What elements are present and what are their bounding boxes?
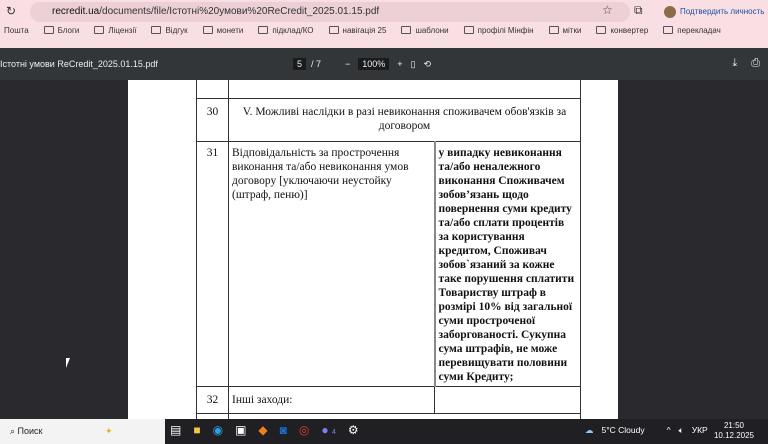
table-row: 32 Інші заходи: (196, 386, 581, 414)
verify-label: Подтвердить личность (680, 7, 765, 16)
weather-icon[interactable]: ☁ (585, 425, 594, 436)
row-number: 30 (196, 98, 229, 142)
pdf-title: Істотні умови ReCredit_2025.01.15.pdf (0, 59, 158, 69)
weather-text[interactable]: 5°C Cloudy (602, 425, 645, 436)
bookmark[interactable]: Пошта (0, 26, 29, 35)
bookmark[interactable]: конвертер (596, 26, 648, 35)
date: 10.12.2025 (713, 431, 754, 440)
taskbar: ⌕ Поиск ✦ ▤ ■ ◉ ▣ ◆ ◙ ◎ ● 4 ⚙ ☁ 5°C Clou… (0, 419, 768, 444)
address-bar[interactable]: recredit.ua/documents/file/Істотні%20умо… (30, 2, 630, 22)
table-row: 31 Відповідальність за прострочення викон… (196, 141, 581, 387)
pdf-page: 30 V. Можливі наслідки в разі невиконання… (128, 76, 618, 444)
teams-badge: 4 (331, 429, 336, 436)
bookmark[interactable]: підклад/КО (258, 26, 313, 35)
zoom-in-button[interactable]: + (397, 59, 402, 69)
url-domain: recredit.ua (52, 6, 100, 17)
row-value (434, 386, 581, 414)
zoom-level[interactable]: 100% (358, 58, 390, 70)
bookmarks-bar: Пошта Блоги Ліцензії Відгук монети підкл… (0, 26, 721, 35)
copilot-sparkle-icon[interactable]: ✦ (105, 426, 113, 436)
bookmark[interactable]: навігація 25 (329, 26, 387, 35)
app-icon[interactable]: ◆ (258, 423, 267, 437)
row-number: 31 (196, 141, 229, 387)
bookmark[interactable]: перекладач (663, 26, 721, 35)
bookmark[interactable]: шаблони (401, 26, 448, 35)
time: 21:50 (723, 421, 744, 430)
page-total: / 7 (311, 59, 322, 69)
row-label: Відповідальність за прострочення виконан… (228, 141, 435, 387)
fit-page-icon[interactable]: ▯ (411, 59, 416, 70)
extensions-icon[interactable]: ⧉ (634, 3, 643, 18)
store-icon[interactable]: ▣ (235, 423, 246, 437)
document-table: 30 V. Можливі наслідки в разі невиконання… (196, 76, 581, 444)
rotate-icon[interactable]: ⟲ (424, 59, 432, 70)
browser-chrome: ↻ recredit.ua/documents/file/Істотні%20у… (0, 0, 768, 48)
row-label: Інші заходи: (228, 386, 435, 414)
zoom-out-button[interactable]: − (345, 59, 350, 69)
settings-icon[interactable]: ⚙ (348, 423, 359, 437)
bookmark[interactable]: Ліцензії (94, 26, 136, 35)
download-icon[interactable]: ⤓ (732, 57, 737, 70)
bookmark[interactable]: профілі Мінфін (464, 26, 534, 35)
edge-icon[interactable]: ◉ (213, 423, 223, 437)
print-icon[interactable]: ⎙ (751, 57, 760, 70)
avatar (664, 6, 676, 18)
section-heading: V. Можливі наслідки в разі невиконання с… (228, 98, 581, 142)
teams-icon[interactable]: ● 4 (321, 423, 336, 437)
mouse-cursor (66, 358, 70, 368)
table-row (196, 76, 581, 99)
taskbar-search[interactable]: ⌕ Поиск ✦ (0, 419, 165, 444)
url-path: /documents/file/Істотні%20умови%20ReCred… (99, 6, 380, 17)
clock[interactable]: 21:50 10.12.2025 (714, 421, 754, 441)
bookmark[interactable]: монети (203, 26, 244, 35)
row-number: 32 (196, 386, 229, 414)
verify-identity-button[interactable]: Подтвердить личность (664, 3, 764, 21)
bookmark-star-icon[interactable]: ☆ (602, 3, 613, 17)
pdf-viewer[interactable]: 30 V. Можливі наслідки в разі невиконання… (0, 76, 768, 444)
search-label: Поиск (17, 426, 43, 436)
chrome-icon[interactable]: ◎ (299, 423, 309, 437)
volume-icon[interactable]: 🔈︎ (679, 425, 684, 436)
table-row: 30 V. Можливі наслідки в разі невиконання… (196, 98, 581, 142)
reload-icon[interactable]: ↻ (6, 4, 16, 18)
row-value: у випадку невиконання та/або неналежного… (433, 141, 581, 387)
task-view-icon[interactable]: ▤ (170, 423, 181, 437)
outlook-icon[interactable]: ◙ (280, 423, 287, 437)
bookmark[interactable]: Блоги (44, 26, 80, 35)
page-input[interactable]: 5 (293, 58, 307, 70)
language-indicator[interactable]: УКР (692, 425, 708, 436)
file-explorer-icon[interactable]: ■ (193, 423, 200, 437)
tray-chevron-icon[interactable]: ^ (667, 425, 671, 436)
bookmark[interactable]: мітки (549, 26, 582, 35)
bookmark[interactable]: Відгук (151, 26, 187, 35)
